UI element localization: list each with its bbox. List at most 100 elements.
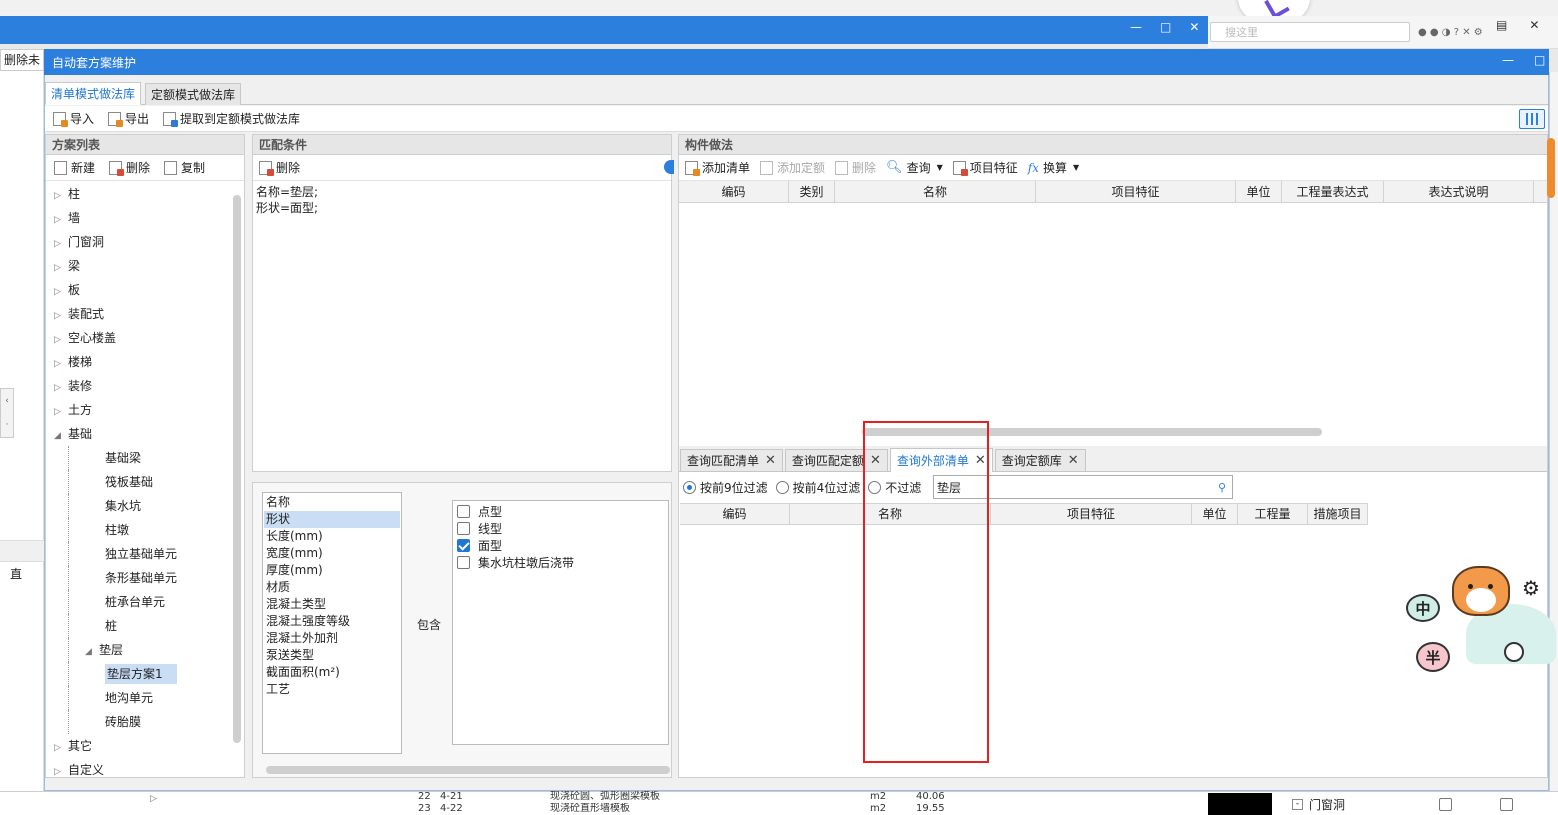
import-button[interactable]: 导入 [53, 110, 94, 127]
tree-grandchild-selected[interactable]: 垫层方案1 [68, 662, 244, 686]
option-surface[interactable]: 面型 [457, 537, 664, 554]
maximize-icon[interactable]: □ [1160, 20, 1171, 34]
expand-arrow-icon[interactable]: ▷ [54, 184, 68, 208]
bg-bottom-tree-item[interactable]: ▷ [150, 794, 164, 804]
tree-item[interactable]: ▷ 板 [54, 278, 244, 302]
column-header[interactable]: 类别 [789, 180, 835, 203]
delete-condition-button[interactable]: 删除 [259, 159, 300, 176]
bg-left-sidebar-handle[interactable]: ‹ · [0, 388, 14, 438]
close-icon[interactable]: ✕ [1529, 18, 1539, 32]
column-header[interactable]: 项目特征 [991, 503, 1192, 525]
bg-bottom-right-item[interactable]: - 门窗洞 [1292, 796, 1542, 813]
add-list-button[interactable]: 添加清单 [685, 159, 750, 176]
tab-quota-mode[interactable]: 定额模式做法库 [145, 83, 242, 105]
expand-arrow-icon[interactable]: ▷ [54, 232, 68, 256]
method-vscrollbar[interactable] [1547, 138, 1555, 198]
radio[interactable] [775, 480, 789, 494]
new-scheme-button[interactable]: 新建 [54, 159, 95, 176]
tree-child[interactable]: 砖胎膜 [68, 710, 244, 734]
filter-first9[interactable]: 按前9位过滤 [683, 479, 768, 496]
add-quota-button[interactable]: 添加定额 [760, 159, 825, 176]
attribute-item[interactable]: 混凝土类型 [264, 596, 400, 613]
close-icon[interactable]: ✕ [1189, 20, 1199, 34]
tree-item[interactable]: ▷ 门窗洞 [54, 230, 244, 254]
table-row[interactable]: 22 4-21 现浇砼圆、弧形圈梁模板 m2 40.06 [412, 791, 987, 803]
minimize-icon[interactable]: — [1502, 53, 1514, 67]
attribute-item[interactable]: 工艺 [264, 681, 400, 698]
query-dropdown-button[interactable]: 🔍︎ 查询 ▼ [886, 159, 943, 176]
option-point[interactable]: 点型 [457, 503, 664, 520]
search-input[interactable]: 搜这里 [1210, 22, 1410, 42]
checkbox[interactable] [1500, 798, 1513, 811]
tree-child[interactable]: 集水坑 [68, 494, 244, 518]
expand-arrow-icon[interactable]: ▷ [54, 304, 68, 328]
attribute-item[interactable]: 混凝土强度等级 [264, 613, 400, 630]
attribute-item[interactable]: 截面面积(m²) [264, 664, 400, 681]
mascot-gear-icon[interactable]: ⚙ [1518, 576, 1544, 600]
column-header[interactable]: 编码 [680, 503, 790, 525]
tab-quota-library[interactable]: 查询定额库 ✕ [994, 449, 1086, 472]
expand-arrow-icon[interactable]: ▷ [54, 208, 68, 232]
checkbox[interactable] [457, 556, 470, 569]
tab-list-mode[interactable]: 清单模式做法库 [45, 82, 142, 105]
checkbox[interactable] [1439, 798, 1452, 811]
tree-scrollbar[interactable] [233, 195, 241, 743]
attribute-item[interactable]: 材质 [264, 579, 400, 596]
copy-scheme-button[interactable]: 复制 [164, 159, 205, 176]
tree-child[interactable]: 筏板基础 [68, 470, 244, 494]
close-icon[interactable]: ✕ [1068, 450, 1079, 472]
option-sump[interactable]: 集水坑柱墩后浇带 [457, 554, 664, 571]
attribute-item[interactable]: 宽度(mm) [264, 545, 400, 562]
tree-child[interactable]: 地沟单元 [68, 686, 244, 710]
column-header[interactable]: 措施项目 [1308, 503, 1368, 525]
attribute-item[interactable]: 长度(mm) [264, 528, 400, 545]
tab-match-list[interactable]: 查询匹配清单 ✕ [680, 449, 783, 471]
checkbox[interactable] [457, 505, 470, 518]
convert-dropdown-button[interactable]: fx 换算 ▼ [1028, 159, 1079, 176]
tree-item[interactable]: ▷ 自定义 [54, 758, 244, 782]
search-icon[interactable]: ⚲ [1218, 481, 1226, 494]
option-line[interactable]: 线型 [457, 520, 664, 537]
extract-button[interactable]: 提取到定额模式做法库 [163, 110, 300, 127]
expand-arrow-icon[interactable]: ▷ [54, 352, 68, 376]
tree-item[interactable]: ▷ 其它 [54, 734, 244, 758]
item-feature-button[interactable]: 项目特征 [952, 159, 1018, 176]
tree-child[interactable]: 桩承台单元 [68, 590, 244, 614]
tree-child[interactable]: 条形基础单元 [68, 566, 244, 590]
column-header[interactable]: 项目特征 [1036, 180, 1236, 203]
export-button[interactable]: 导出 [108, 110, 149, 127]
expand-arrow-icon[interactable]: ▷ [54, 280, 68, 304]
expand-arrow-icon[interactable]: ▷ [54, 736, 68, 760]
column-header[interactable]: 工程量 [1238, 503, 1308, 525]
collapse-icon[interactable]: - [1292, 799, 1303, 810]
tree-item[interactable]: ▷ 柱 [54, 182, 244, 206]
tree-item[interactable]: ▷ 梁 [54, 254, 244, 278]
close-icon[interactable]: ✕ [765, 450, 776, 472]
tree-item[interactable]: ▷ 墙 [54, 206, 244, 230]
column-layout-icon[interactable] [1519, 109, 1545, 129]
tree-item-expanded[interactable]: ◢ 基础 [54, 422, 244, 446]
checkbox-checked[interactable] [457, 539, 470, 552]
column-header[interactable]: 编码 [679, 180, 789, 203]
tree-item[interactable]: ▷ 装修 [54, 374, 244, 398]
tree-item[interactable]: ▷ 土方 [54, 398, 244, 422]
column-header[interactable]: 单位 [1192, 503, 1238, 525]
expand-arrow-icon[interactable]: ▷ [54, 760, 68, 784]
checkbox[interactable] [457, 522, 470, 535]
column-header[interactable]: 名称 [835, 180, 1036, 203]
delete-scheme-button[interactable]: 删除 [109, 159, 150, 176]
expand-arrow-icon[interactable]: ▷ [150, 794, 164, 804]
expand-arrow-icon[interactable]: ▷ [54, 256, 68, 280]
tree-item[interactable]: ▷ 楼梯 [54, 350, 244, 374]
minimize-icon[interactable]: — [1130, 20, 1142, 34]
bg-toolbar-icons[interactable]: ● ● ◑ ? ✕ ⚙ [1418, 27, 1483, 38]
tree-child-expanded[interactable]: ◢ 垫层 [68, 638, 244, 662]
column-header[interactable]: 工程量表达式 [1282, 180, 1384, 203]
restore-icon[interactable]: ▤ [1496, 18, 1507, 32]
attribute-item-selected[interactable]: 形状 [264, 511, 400, 528]
bg-delete-unused-button[interactable]: 删除未 [0, 49, 44, 71]
tree-item[interactable]: ▷ 装配式 [54, 302, 244, 326]
mascot-widget[interactable]: 中 半 ⚙ [1400, 560, 1558, 680]
condition-text-area[interactable]: 名称=垫层; 形状=面型; [253, 181, 671, 219]
attribute-item[interactable]: 名称 [264, 494, 400, 511]
